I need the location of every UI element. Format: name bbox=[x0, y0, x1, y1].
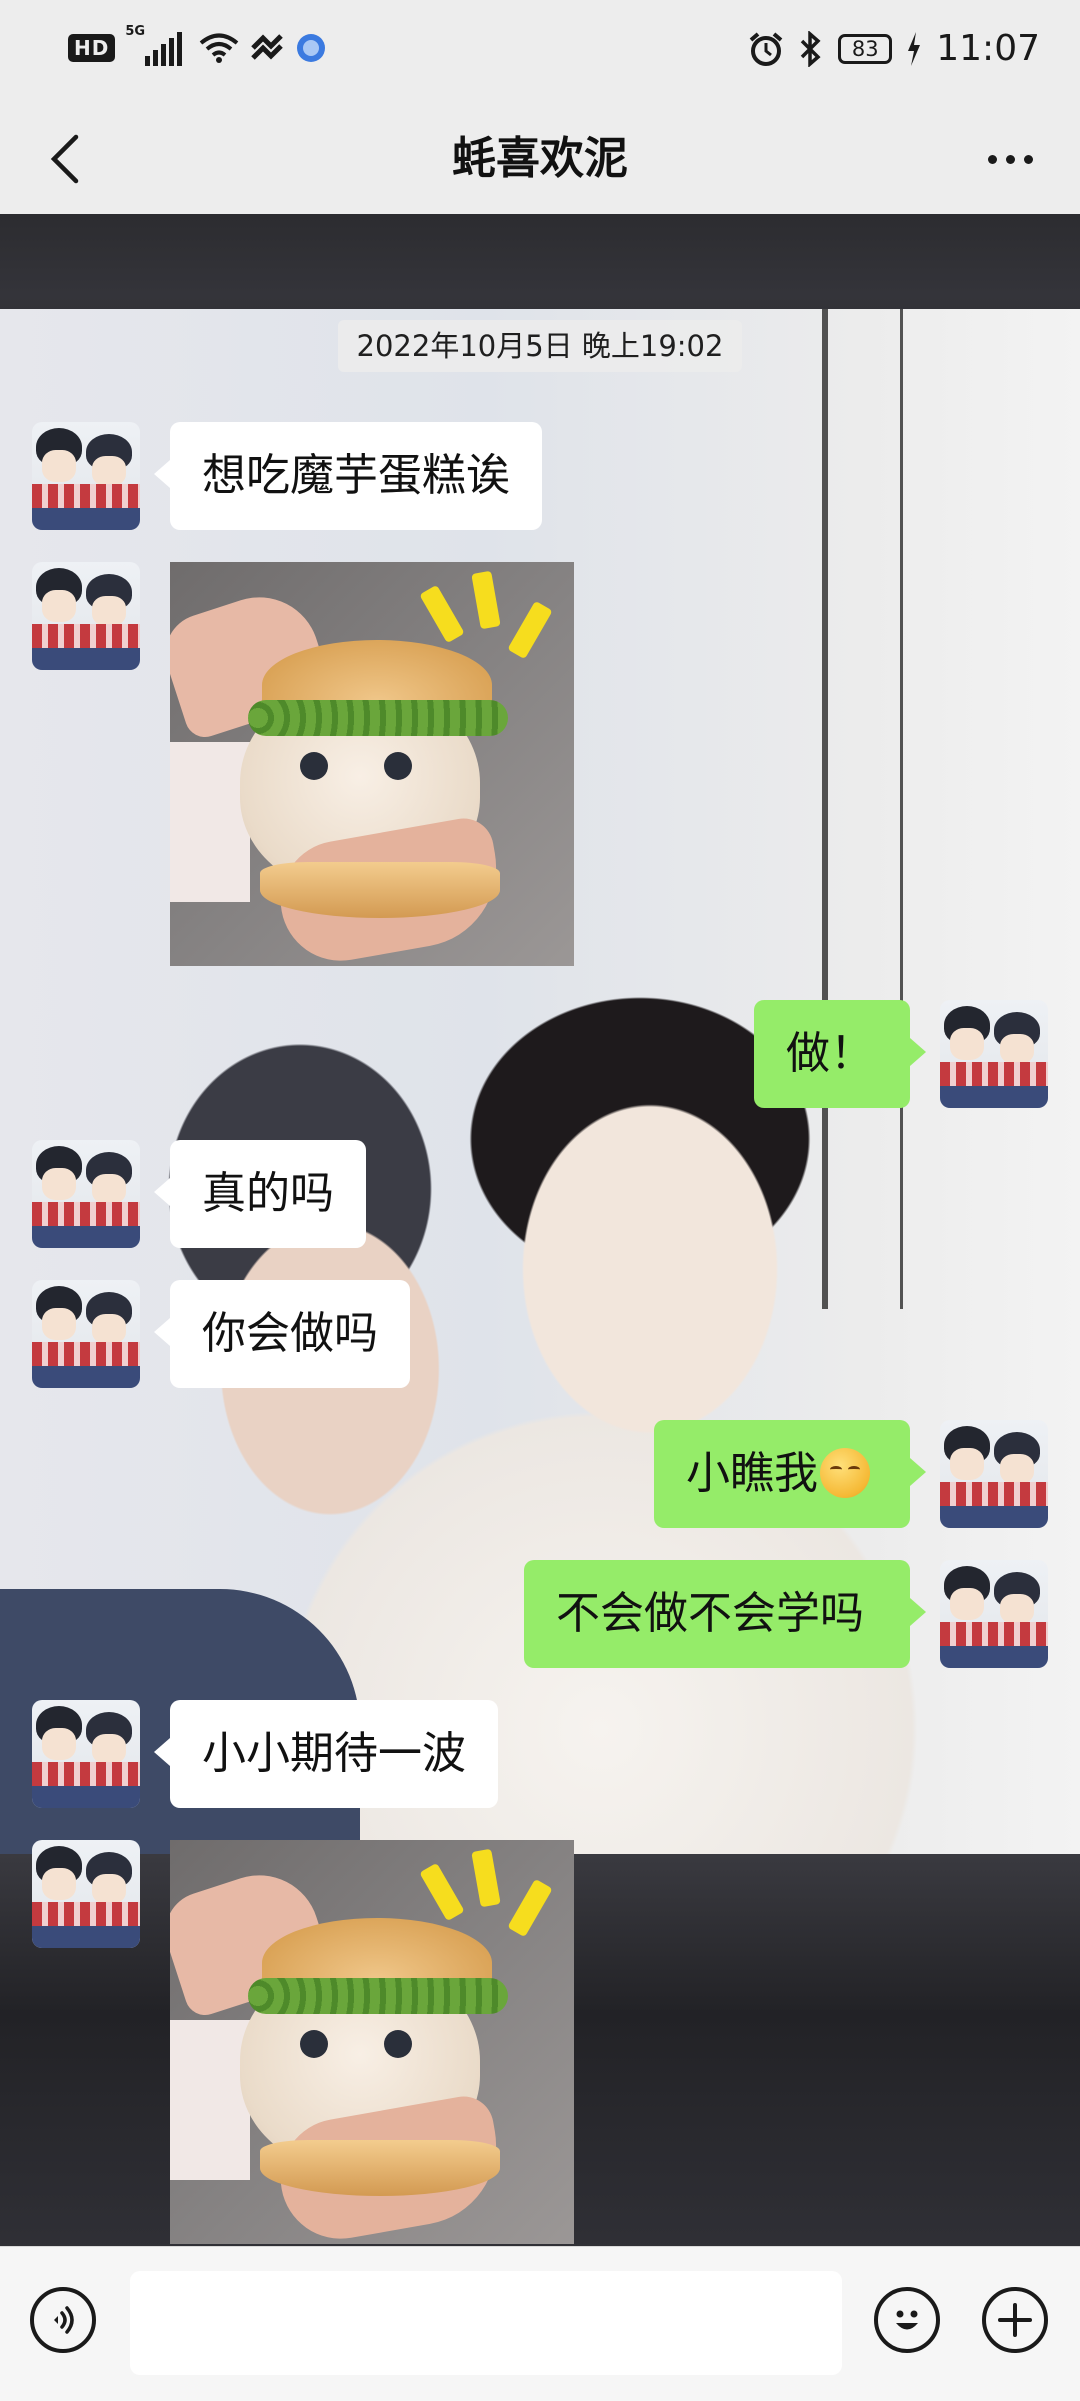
outgoing-message-bubble[interactable]: 小瞧我 bbox=[654, 1420, 926, 1528]
link-icon bbox=[251, 34, 284, 60]
chat-header: 蚝喜欢泥 bbox=[0, 104, 1080, 214]
contact-avatar[interactable] bbox=[32, 562, 140, 670]
status-left: HD 5G bbox=[68, 24, 327, 66]
incoming-message-bubble[interactable]: 真的吗 bbox=[154, 1140, 366, 1248]
voice-button[interactable] bbox=[30, 2287, 96, 2353]
bluetooth-icon bbox=[801, 30, 821, 67]
wifi-icon bbox=[200, 33, 239, 63]
contact-avatar[interactable] bbox=[32, 1280, 140, 1388]
message-input[interactable] bbox=[130, 2271, 842, 2375]
more-button[interactable] bbox=[970, 122, 1050, 196]
kissing-face-emoji bbox=[820, 1448, 870, 1498]
message-text: 小瞧我 bbox=[686, 1448, 818, 1499]
charging-icon bbox=[908, 31, 921, 66]
my-avatar[interactable] bbox=[940, 1560, 1048, 1668]
battery-level: 83 bbox=[851, 36, 879, 61]
cat-burger-sticker[interactable] bbox=[170, 1840, 574, 2244]
emoji-button[interactable] bbox=[874, 2287, 940, 2353]
status-bar: HD 5G 83 11:07 bbox=[0, 0, 1080, 104]
more-dots-icon bbox=[987, 154, 997, 164]
message-timestamp: 2022年10月5日 晚上19:02 bbox=[338, 320, 742, 372]
contact-avatar[interactable] bbox=[32, 422, 140, 530]
battery-icon: 83 bbox=[838, 33, 893, 64]
cat-burger-sticker[interactable] bbox=[170, 562, 574, 966]
hd-badge: HD bbox=[68, 34, 116, 62]
voice-icon bbox=[54, 2306, 74, 2334]
incoming-message-bubble[interactable]: 小小期待一波 bbox=[154, 1700, 498, 1808]
clock: 11:07 bbox=[936, 28, 1040, 69]
signal-icon: 5G bbox=[125, 24, 189, 66]
app-icon bbox=[297, 34, 326, 62]
my-avatar[interactable] bbox=[940, 1000, 1048, 1108]
plus-icon bbox=[998, 2303, 1032, 2337]
contact-avatar[interactable] bbox=[32, 1140, 140, 1248]
chat-area[interactable]: 2022年10月5日 晚上19:02 想吃魔芋蛋糕诶 做！ 真的吗 你会做吗 小 bbox=[0, 214, 1080, 2246]
contact-avatar[interactable] bbox=[32, 1840, 140, 1948]
emoji-icon bbox=[896, 2310, 918, 2330]
contact-avatar[interactable] bbox=[32, 1700, 140, 1808]
plus-button[interactable] bbox=[982, 2287, 1048, 2353]
incoming-message-bubble[interactable]: 想吃魔芋蛋糕诶 bbox=[154, 422, 542, 530]
page-title: 蚝喜欢泥 bbox=[452, 133, 628, 184]
my-avatar[interactable] bbox=[940, 1420, 1048, 1528]
input-bar bbox=[0, 2246, 1080, 2401]
incoming-message-bubble[interactable]: 你会做吗 bbox=[154, 1280, 410, 1388]
status-right: 83 11:07 bbox=[748, 28, 1040, 69]
alarm-icon bbox=[749, 31, 783, 66]
outgoing-message-bubble[interactable]: 做！ bbox=[754, 1000, 926, 1108]
network-label: 5G bbox=[125, 24, 146, 39]
outgoing-message-bubble[interactable]: 不会做不会学吗 bbox=[524, 1560, 926, 1668]
